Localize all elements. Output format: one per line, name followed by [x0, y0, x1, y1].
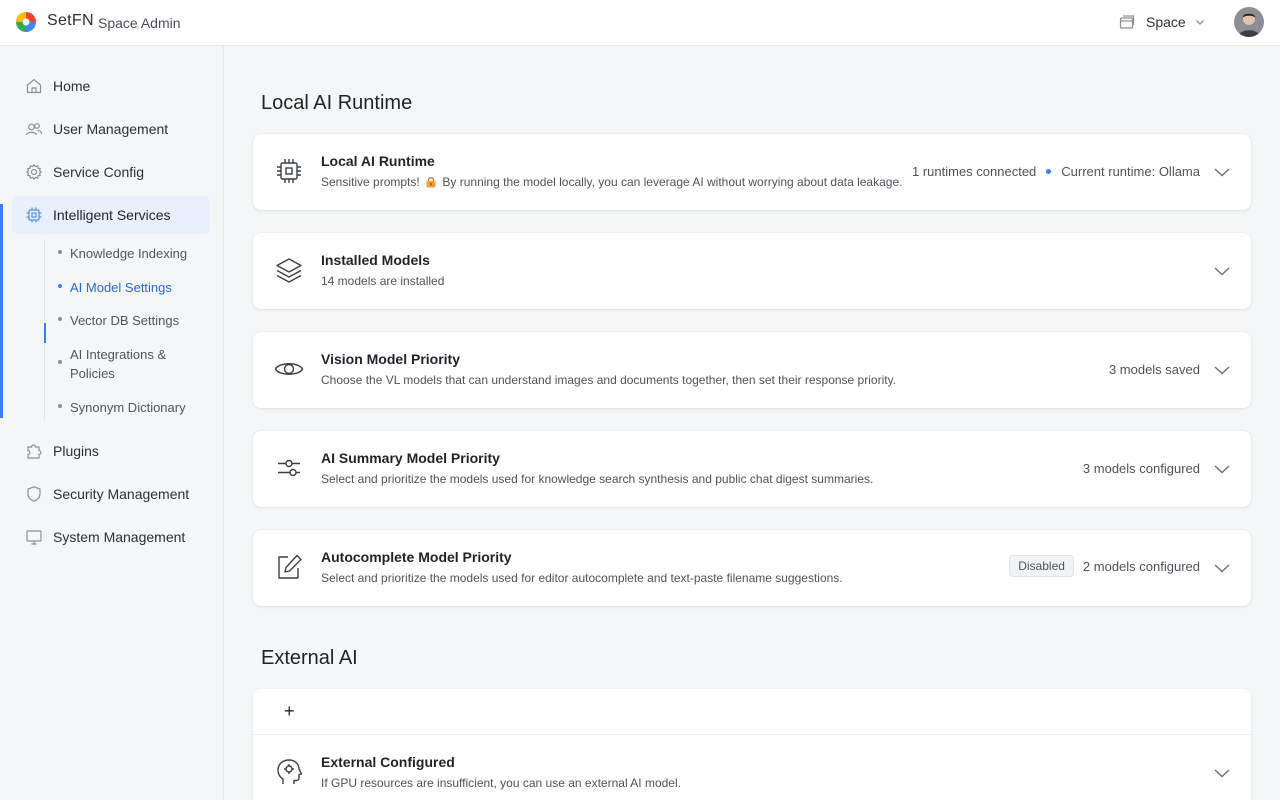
- card-vision-model-priority[interactable]: Vision Model Priority Choose the VL mode…: [253, 332, 1251, 408]
- chevron-down-icon[interactable]: [1213, 461, 1231, 477]
- lock-icon: [426, 177, 436, 188]
- sidebar-item-security-management[interactable]: Security Management: [12, 475, 210, 513]
- card-title: Installed Models: [321, 252, 430, 268]
- section-title-local-ai: Local AI Runtime: [261, 92, 413, 114]
- card-title: Vision Model Priority: [321, 351, 460, 367]
- user-avatar[interactable]: [1234, 7, 1264, 37]
- add-external-ai-button[interactable]: +: [253, 689, 1251, 735]
- bullet-dot: [58, 317, 62, 321]
- sidebar-item-plugins[interactable]: Plugins: [12, 432, 210, 470]
- card-title: Local AI Runtime: [321, 153, 435, 169]
- shield-icon: [27, 486, 41, 502]
- chevron-down-icon[interactable]: [1213, 263, 1231, 279]
- subnav-item-ai-model-settings[interactable]: AI Model Settings: [58, 278, 208, 297]
- sidebar-item-label: User Management: [53, 121, 169, 137]
- sidebar-item-user-management[interactable]: User Management: [12, 110, 210, 148]
- sidebar-item-label: Intelligent Services: [53, 207, 171, 223]
- sliders-icon: [278, 459, 300, 477]
- chevron-down-icon: [1195, 20, 1204, 25]
- monitor-icon: [26, 530, 42, 545]
- sidebar-item-label: System Management: [53, 529, 186, 545]
- subnav-item-label: Knowledge Indexing: [70, 246, 188, 261]
- card-title: AI Summary Model Priority: [321, 450, 500, 466]
- card-description: Select and prioritize the models used fo…: [321, 472, 874, 486]
- autocomplete-status: Disabled 2 models configured: [1009, 555, 1200, 577]
- top-header: SetFN Space Admin Space: [0, 0, 1280, 46]
- brand-name[interactable]: SetFN: [47, 12, 94, 30]
- sidebar-item-label: Security Management: [53, 486, 190, 502]
- card-title: External Configured: [321, 754, 455, 770]
- gear-icon: [25, 163, 43, 181]
- subnav-item-synonym-dictionary[interactable]: Synonym Dictionary: [58, 398, 208, 417]
- models-saved-status: 3 models saved: [1108, 362, 1200, 377]
- chevron-down-icon[interactable]: [1213, 765, 1231, 781]
- sidebar-item-label: Service Config: [53, 164, 145, 180]
- card-installed-models[interactable]: Installed Models 14 models are installed: [253, 233, 1251, 309]
- models-configured-status: 2 models configured: [1082, 558, 1200, 574]
- sidebar-item-system-management[interactable]: System Management: [12, 518, 210, 556]
- card-ai-summary-model-priority[interactable]: AI Summary Model Priority Select and pri…: [253, 431, 1251, 507]
- chip-icon: [26, 207, 42, 223]
- setfn-logo-icon[interactable]: [15, 11, 37, 33]
- home-icon: [26, 78, 42, 94]
- card-description: Sensitive prompts! By running the model …: [321, 175, 902, 189]
- bullet-dot: [58, 404, 62, 408]
- runtime-status: 1 runtimes connected Current runtime: Ol…: [912, 164, 1200, 179]
- chevron-down-icon[interactable]: [1213, 362, 1231, 378]
- subnav-item-label: Synonym Dictionary: [70, 400, 186, 415]
- window-stack-icon: [1119, 15, 1135, 29]
- section-title-external-ai: External AI: [261, 647, 358, 669]
- bullet-dot: [58, 360, 62, 364]
- models-configured-status: 3 models configured: [1082, 461, 1200, 476]
- layers-icon: [276, 258, 302, 283]
- subnav-item-label: AI Integrations & Policies: [70, 347, 167, 381]
- card-local-ai-runtime[interactable]: Local AI Runtime Sensitive prompts! By r…: [253, 134, 1251, 210]
- card-description: Select and prioritize the models used fo…: [321, 571, 843, 585]
- head-gear-icon: [277, 759, 303, 784]
- subnav-item-knowledge-indexing[interactable]: Knowledge Indexing: [58, 244, 208, 263]
- card-description-rest: By running the model locally, you can le…: [442, 175, 903, 189]
- active-section-indicator: [0, 204, 3, 418]
- active-submenu-marker: [44, 323, 46, 343]
- subnav-item-label: Vector DB Settings: [70, 313, 180, 328]
- card-description: Choose the VL models that can understand…: [321, 373, 897, 387]
- status-badge: Disabled: [1009, 555, 1074, 577]
- external-configured-row[interactable]: External Configured If GPU resources are…: [253, 735, 1251, 800]
- space-switcher[interactable]: Space: [1118, 13, 1206, 31]
- card-title: Autocomplete Model Priority: [321, 549, 512, 565]
- space-label: Space: [1146, 14, 1186, 30]
- current-runtime: Current runtime: Ollama: [1061, 164, 1200, 179]
- sidebar-item-intelligent-services[interactable]: Intelligent Services: [12, 196, 210, 234]
- sidebar-item-label: Plugins: [53, 443, 99, 459]
- users-icon: [25, 123, 43, 136]
- sidebar-item-home[interactable]: Home: [12, 67, 210, 105]
- card-description: If GPU resources are insufficient, you c…: [321, 776, 681, 790]
- chevron-down-icon[interactable]: [1213, 560, 1231, 576]
- cpu-icon: [277, 159, 301, 183]
- product-name: Space Admin: [98, 15, 181, 31]
- sidebar: Home User Management Service Config Inte…: [0, 46, 224, 800]
- subnav-item-vector-db-settings[interactable]: Vector DB Settings: [58, 311, 208, 330]
- subnav-item-label: AI Model Settings: [70, 280, 172, 295]
- runtimes-connected-count: 1 runtimes connected: [911, 164, 1037, 179]
- puzzle-icon: [27, 444, 42, 459]
- bullet-dot: [58, 250, 62, 254]
- sidebar-item-service-config[interactable]: Service Config: [12, 153, 210, 191]
- card-description-lead: Sensitive prompts!: [321, 175, 420, 189]
- avatar-photo-icon: [1234, 7, 1264, 37]
- chevron-down-icon[interactable]: [1213, 164, 1231, 180]
- status-dot: [1046, 169, 1052, 174]
- card-description: 14 models are installed: [321, 274, 445, 288]
- external-ai-card: + External Configured If GPU resources a…: [253, 689, 1251, 800]
- eye-icon: [274, 363, 304, 375]
- edit-icon: [278, 554, 302, 579]
- subnav-item-ai-integrations[interactable]: AI Integrations & Policies: [58, 345, 178, 383]
- card-autocomplete-model-priority[interactable]: Autocomplete Model Priority Select and p…: [253, 530, 1251, 606]
- plus-icon: +: [284, 701, 295, 721]
- bullet-dot: [58, 284, 62, 288]
- sidebar-item-label: Home: [53, 78, 91, 94]
